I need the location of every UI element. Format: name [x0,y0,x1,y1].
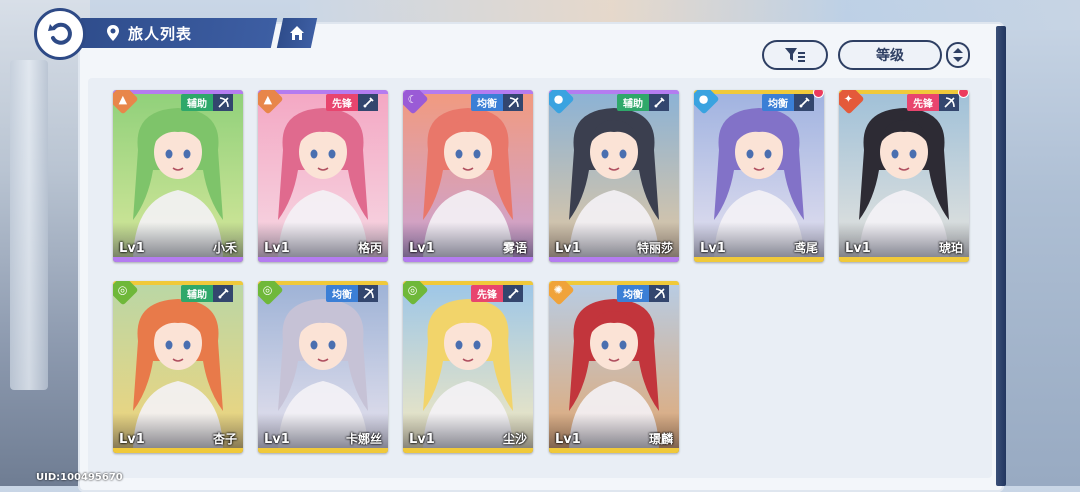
character-level: Lv1 [409,241,435,256]
character-card[interactable]: ▲ 辅助 Lv1 小禾 [113,90,243,262]
card-bottom-bar [839,257,969,262]
character-level: Lv1 [845,241,871,256]
card-bottom-bar [113,257,243,262]
character-name: 杏子 [212,432,237,446]
character-name: 卡娜丝 [345,432,382,446]
character-level: Lv1 [555,432,581,447]
character-card[interactable]: ◎ 均衡 Lv1 卡娜丝 [258,281,388,453]
character-level: Lv1 [409,432,435,447]
character-name: 小禾 [212,241,237,255]
background-pillar [10,60,48,390]
character-name: 尘沙 [502,432,527,446]
character-level: Lv1 [264,241,290,256]
bow-weapon-icon [503,94,523,111]
card-bottom-bar [258,257,388,262]
character-card[interactable]: ✺ 均衡 Lv1 璟麟 [549,281,679,453]
character-level: Lv1 [264,432,290,447]
role-badge: 均衡 [762,94,794,111]
character-name: 雾语 [502,241,527,255]
role-badge: 均衡 [326,285,358,302]
card-bottom-bar [113,448,243,453]
character-card[interactable]: ● 辅助 Lv1 特丽莎 [549,90,679,262]
bow-weapon-icon [213,94,233,111]
sort-order-toggle[interactable] [946,42,970,68]
panel-edge [996,26,1006,486]
sort-by-level-button[interactable]: 等级 [838,40,942,70]
sword-weapon-icon [794,94,814,111]
role-badge: 辅助 [181,94,213,111]
role-badge: 辅助 [181,285,213,302]
back-arrow-icon [48,22,72,45]
character-name: 琥珀 [938,241,963,255]
user-id: UID:100495670 [36,472,123,483]
back-button[interactable] [34,8,86,60]
character-name: 特丽莎 [636,241,673,255]
character-name: 璟麟 [648,432,673,446]
character-card[interactable]: ◎ 辅助 Lv1 杏子 [113,281,243,453]
character-level: Lv1 [700,241,726,256]
character-level: Lv1 [555,241,581,256]
character-level: Lv1 [119,241,145,256]
sword-weapon-icon [213,285,233,302]
home-button[interactable] [276,18,318,48]
role-badge: 先锋 [907,94,939,111]
role-badge: 均衡 [617,285,649,302]
filter-icon [785,48,805,62]
sort-order-icon [953,48,963,62]
card-bottom-bar [258,448,388,453]
home-icon [290,26,304,40]
card-bottom-bar [403,257,533,262]
page-title-group: 旅人列表 [104,18,192,48]
bow-weapon-icon [649,285,669,302]
bow-weapon-icon [939,94,959,111]
character-name: 鸢尾 [793,241,818,255]
role-badge: 均衡 [471,94,503,111]
card-bottom-bar [549,257,679,262]
map-pin-icon [107,25,119,41]
page-title: 旅人列表 [128,24,193,43]
card-bottom-bar [403,448,533,453]
character-name: 格丙 [357,241,382,255]
role-badge: 辅助 [617,94,649,111]
sword-weapon-icon [649,94,669,111]
character-card[interactable]: ✦ 先锋 Lv1 琥珀 [839,90,969,262]
card-bottom-bar [694,257,824,262]
filter-button[interactable] [762,40,828,70]
character-card[interactable]: ● 均衡 Lv1 鸢尾 [694,90,824,262]
character-card[interactable]: ◎ 先锋 Lv1 尘沙 [403,281,533,453]
sword-weapon-icon [503,285,523,302]
character-card[interactable]: ☾ 均衡 Lv1 雾语 [403,90,533,262]
character-level: Lv1 [119,432,145,447]
character-card[interactable]: ▲ 先锋 Lv1 格丙 [258,90,388,262]
sword-weapon-icon [358,94,378,111]
role-badge: 先锋 [471,285,503,302]
role-badge: 先锋 [326,94,358,111]
card-bottom-bar [549,448,679,453]
bow-weapon-icon [358,285,378,302]
